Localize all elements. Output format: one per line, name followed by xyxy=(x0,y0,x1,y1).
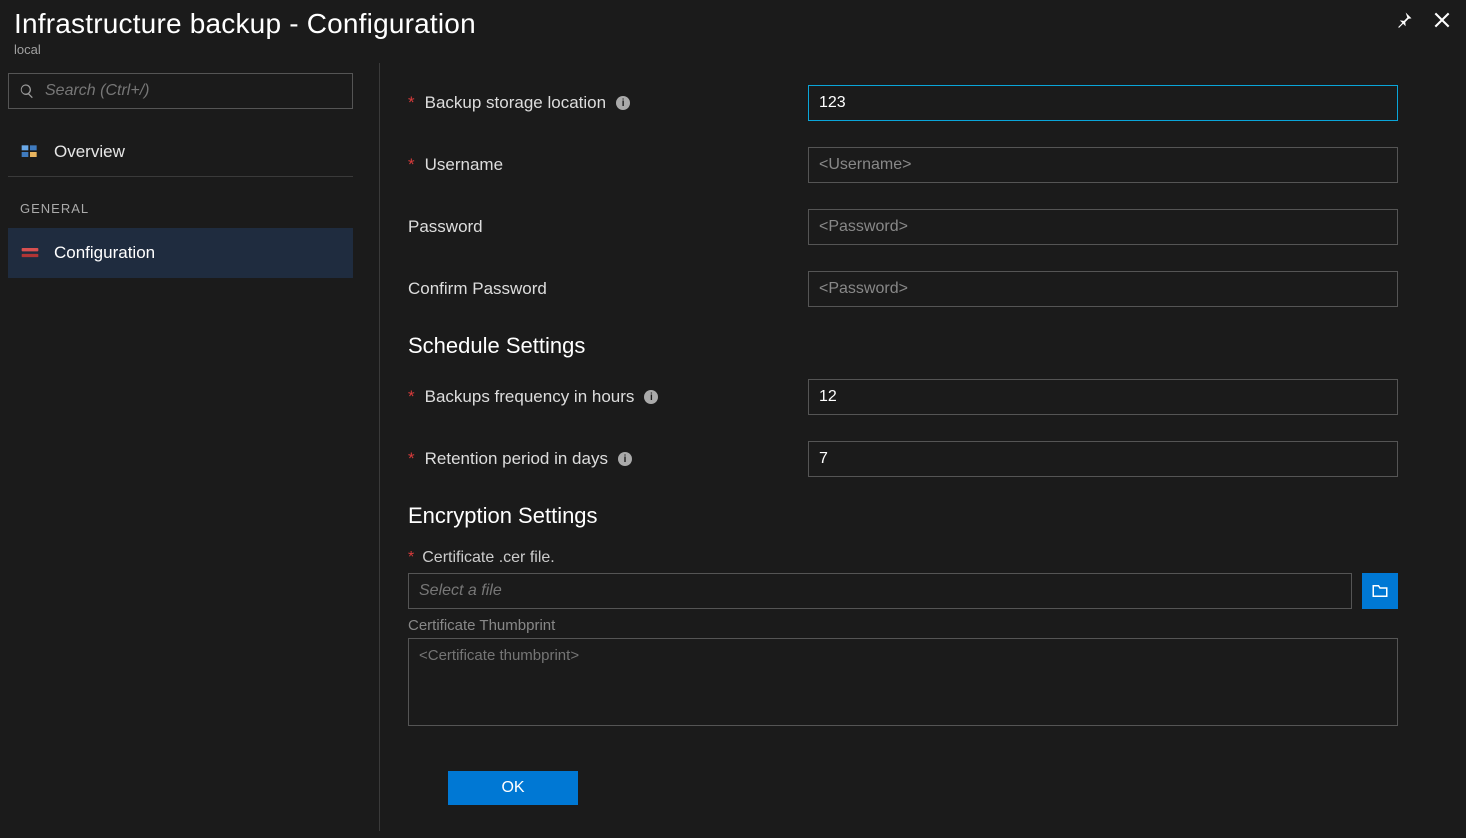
frequency-input[interactable] xyxy=(808,379,1398,415)
schedule-settings-heading: Schedule Settings xyxy=(408,333,1438,359)
label-frequency: * Backups frequency in hours i xyxy=(408,387,808,407)
info-icon[interactable]: i xyxy=(618,452,632,466)
label-confirm-password: Confirm Password xyxy=(408,279,808,299)
sidebar-item-label: Configuration xyxy=(54,243,155,263)
backup-location-input[interactable] xyxy=(808,85,1398,121)
info-icon[interactable]: i xyxy=(644,390,658,404)
browse-file-button[interactable] xyxy=(1362,573,1398,609)
close-icon[interactable] xyxy=(1432,10,1452,30)
label-retention: * Retention period in days i xyxy=(408,449,808,469)
retention-input[interactable] xyxy=(808,441,1398,477)
blade-header: Infrastructure backup - Configuration lo… xyxy=(0,0,1466,63)
folder-icon xyxy=(1371,582,1389,600)
content-pane: * Backup storage location i * Username P… xyxy=(380,63,1466,831)
sidebar: Overview GENERAL Configuration xyxy=(0,63,380,831)
search-box[interactable] xyxy=(8,73,353,109)
label-backup-location: * Backup storage location i xyxy=(408,93,808,113)
pin-icon[interactable] xyxy=(1394,10,1414,30)
label-username: * Username xyxy=(408,155,808,175)
username-input[interactable] xyxy=(808,147,1398,183)
thumbprint-textarea[interactable] xyxy=(408,638,1398,726)
configuration-icon xyxy=(20,243,40,263)
sidebar-item-label: Overview xyxy=(54,142,125,162)
sidebar-item-overview[interactable]: Overview xyxy=(8,127,353,177)
ok-button[interactable]: OK xyxy=(448,771,578,805)
sidebar-item-configuration[interactable]: Configuration xyxy=(8,228,353,278)
page-title: Infrastructure backup - Configuration xyxy=(14,8,1452,40)
encryption-settings-heading: Encryption Settings xyxy=(408,503,1438,529)
sidebar-section-general: GENERAL xyxy=(8,177,371,228)
password-input[interactable] xyxy=(808,209,1398,245)
search-icon xyxy=(19,83,35,99)
confirm-password-input[interactable] xyxy=(808,271,1398,307)
cert-file-input[interactable] xyxy=(408,573,1352,609)
label-cert-file: * Certificate .cer file. xyxy=(408,549,1438,567)
info-icon[interactable]: i xyxy=(616,96,630,110)
search-input[interactable] xyxy=(45,82,342,100)
label-password: Password xyxy=(408,217,808,237)
page-subtitle: local xyxy=(14,42,1452,57)
label-thumbprint: Certificate Thumbprint xyxy=(408,617,1438,634)
overview-icon xyxy=(20,142,40,162)
